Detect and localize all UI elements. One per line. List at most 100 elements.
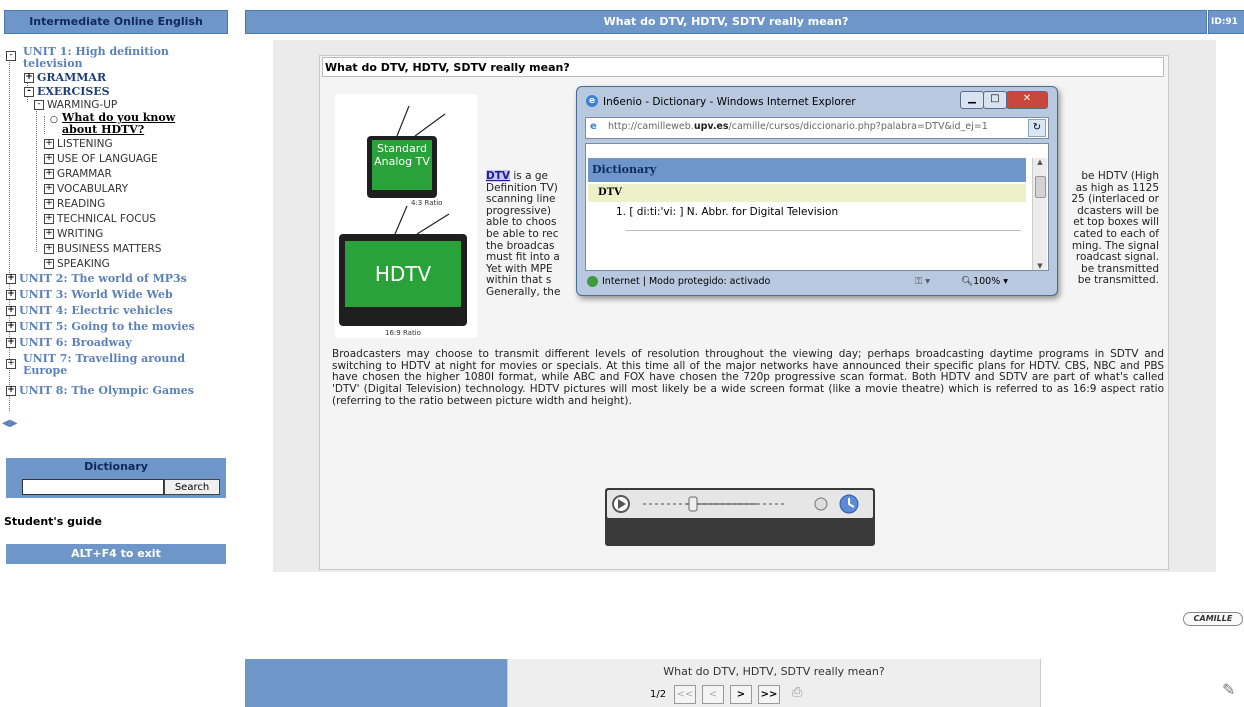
- tree-unit-label: UNIT 6: Broadway: [19, 336, 132, 349]
- tree-grammar-label: GRAMMAR: [37, 71, 107, 84]
- tv-comparison-image: Standard Analog TV 4:3 Ratio HDTV 16:9 R…: [335, 94, 477, 338]
- tree-item-label: BUSINESS MATTERS: [57, 243, 162, 255]
- current-node-icon: ○: [50, 115, 58, 125]
- popup-entry-word: DTV: [588, 184, 1026, 202]
- tree-item-label: VOCABULARY: [57, 183, 128, 195]
- address-bar[interactable]: e http://camilleweb.upv.es/camille/curso…: [585, 117, 1049, 139]
- tree-unit-8[interactable]: + UNIT 8: The Olympic Games: [6, 385, 194, 397]
- para-line: roadcast signal.: [1075, 251, 1159, 264]
- popup-scrollbar[interactable]: ▲ ▼: [1032, 158, 1047, 270]
- para-line: Generally, the: [486, 285, 561, 298]
- url-part: /camille/cursos/diccionario.php?palabra=…: [728, 121, 988, 132]
- popup-status-bar: Internet | Modo protegido: activado ⚿ ▾ …: [585, 273, 1047, 291]
- students-guide-link[interactable]: Student's guide: [4, 515, 102, 528]
- tree-unit-label: UNIT 2: The world of MP3s: [19, 272, 187, 285]
- paragraph-1-right: be HDTV (High as high as 1125 25 (interl…: [1061, 170, 1159, 287]
- scroll-arrows-icon[interactable]: ◀▶: [2, 418, 17, 429]
- url-part: http://camilleweb.: [608, 121, 694, 132]
- zoom-control[interactable]: 🔍︎100% ▾: [961, 273, 1008, 291]
- tree-grammar[interactable]: + GRAMMAR: [24, 72, 106, 84]
- tree-reading[interactable]: + READING: [44, 198, 105, 210]
- camille-logo: CAMILLE: [1183, 612, 1243, 626]
- minimize-button[interactable]: ▁: [960, 91, 984, 109]
- tree-unit-7[interactable]: +: [6, 358, 19, 370]
- scroll-thumb[interactable]: [1035, 176, 1046, 198]
- pen-icon[interactable]: ✎: [1222, 680, 1235, 699]
- tree-unit-7-label-b[interactable]: Europe: [23, 365, 67, 377]
- exit-hint: ALT+F4 to exit: [6, 544, 226, 564]
- tree-vocabulary[interactable]: + VOCABULARY: [44, 183, 128, 195]
- refresh-icon[interactable]: ↻: [1028, 119, 1046, 137]
- tree-warming-up-label: WARMING-UP: [47, 99, 118, 111]
- print-icon[interactable]: ⎙: [792, 685, 802, 700]
- tree-unit-1[interactable]: -: [6, 50, 19, 62]
- tree-item-label: GRAMMAR: [57, 168, 112, 180]
- tree-use-of-language[interactable]: + USE OF LANGUAGE: [44, 153, 158, 165]
- page-title-bar: What do DTV, HDTV, SDTV really mean?: [245, 10, 1207, 34]
- page-indicator: 1/2: [650, 689, 667, 700]
- tree-unit-2[interactable]: + UNIT 2: The world of MP3s: [6, 273, 187, 285]
- paragraph-2: Broadcasters may choose to transmit diff…: [332, 348, 1164, 407]
- standard-tv-icon: Standard Analog TV: [367, 136, 437, 198]
- internet-zone-icon: [587, 276, 598, 287]
- url-domain: upv.es: [693, 121, 729, 132]
- tree-current-item-b[interactable]: about HDTV?: [62, 124, 144, 136]
- tree-unit-label: UNIT 3: World Wide Web: [19, 288, 173, 301]
- para-line: must fit into a: [486, 251, 560, 264]
- tree-unit-3[interactable]: + UNIT 3: World Wide Web: [6, 289, 173, 301]
- tree-unit-6[interactable]: + UNIT 6: Broadway: [6, 337, 132, 349]
- audio-controls-graphic: [612, 494, 859, 514]
- last-page-button[interactable]: >>: [758, 685, 780, 704]
- tree-exercises[interactable]: - EXERCISES: [24, 86, 110, 98]
- bottom-bar-left: [245, 659, 507, 707]
- next-page-button[interactable]: >: [730, 685, 752, 704]
- tree-grammar-ex[interactable]: + GRAMMAR: [44, 168, 112, 180]
- tree-writing[interactable]: + WRITING: [44, 228, 103, 240]
- tree-exercises-label: EXERCISES: [37, 85, 110, 98]
- para-line: be transmitted.: [1077, 274, 1159, 287]
- maximize-button[interactable]: □: [983, 91, 1007, 109]
- tree-item-label: TECHNICAL FOCUS: [57, 213, 156, 225]
- tree-warming-up[interactable]: - WARMING-UP: [34, 99, 117, 111]
- tree-unit-label: UNIT 5: Going to the movies: [19, 320, 195, 333]
- tree-item-label: READING: [57, 198, 106, 210]
- exercise-title: What do DTV, HDTV, SDTV really mean?: [322, 57, 1164, 77]
- tree-business-matters[interactable]: + BUSINESS MATTERS: [44, 243, 161, 255]
- tree-item-label: LISTENING: [57, 138, 113, 150]
- tree-technical-focus[interactable]: + TECHNICAL FOCUS: [44, 213, 156, 225]
- standard-tv-label: Standard Analog TV: [372, 140, 432, 190]
- scroll-down-icon[interactable]: ▼: [1033, 262, 1047, 270]
- popup-definition: 1. [ di:ti:'vi: ] N. Abbr. for Digital T…: [616, 206, 839, 218]
- scroll-up-icon[interactable]: ▲: [1033, 158, 1047, 166]
- dictionary-popup-window[interactable]: e In6enio - Dictionary - Windows Interne…: [576, 86, 1058, 296]
- tree-unit-1-label-b[interactable]: television: [23, 58, 83, 70]
- tree-unit-5[interactable]: + UNIT 5: Going to the movies: [6, 321, 195, 333]
- previous-page-button[interactable]: <: [702, 685, 724, 704]
- close-button[interactable]: ✕: [1006, 91, 1048, 109]
- dictionary-search-button[interactable]: Search: [164, 479, 220, 495]
- audio-player: [605, 488, 875, 546]
- popup-page-content: Dictionary DTV 1. [ di:ti:'vi: ] N. Abbr…: [585, 143, 1049, 271]
- audio-controls: [607, 490, 873, 518]
- hdtv-label: HDTV: [345, 241, 461, 307]
- divider: [626, 230, 1021, 231]
- address-url[interactable]: http://camilleweb.upv.es/camille/cursos/…: [608, 121, 1028, 132]
- para-line: cated to each of: [1073, 227, 1159, 240]
- tree-speaking[interactable]: + SPEAKING: [44, 258, 110, 270]
- sidebar: Intermediate Online English - UNIT 1: Hi…: [0, 0, 232, 707]
- paragraph-1-left: DTV is a ge Definition TV) scanning line…: [486, 170, 566, 299]
- tree-unit-label: UNIT 4: Electric vehicles: [19, 304, 173, 317]
- tree-listening[interactable]: + LISTENING: [44, 138, 113, 150]
- dictionary-search-input[interactable]: [22, 479, 164, 495]
- security-icon[interactable]: ⚿ ▾: [915, 273, 930, 291]
- ie-icon: e: [586, 95, 598, 107]
- page-icon: e: [590, 121, 597, 132]
- dtv-keyword-link[interactable]: DTV: [486, 170, 511, 182]
- bottom-navigation: What do DTV, HDTV, SDTV really mean? 1/2…: [507, 659, 1041, 707]
- tree-unit-4[interactable]: + UNIT 4: Electric vehicles: [6, 305, 173, 317]
- seek-handle-icon: [688, 496, 698, 512]
- para-line: is a ge: [510, 170, 548, 182]
- first-page-button[interactable]: <<: [674, 685, 696, 704]
- para-line: be HDTV (High: [1081, 170, 1159, 182]
- tree-unit-label: UNIT 8: The Olympic Games: [19, 384, 194, 397]
